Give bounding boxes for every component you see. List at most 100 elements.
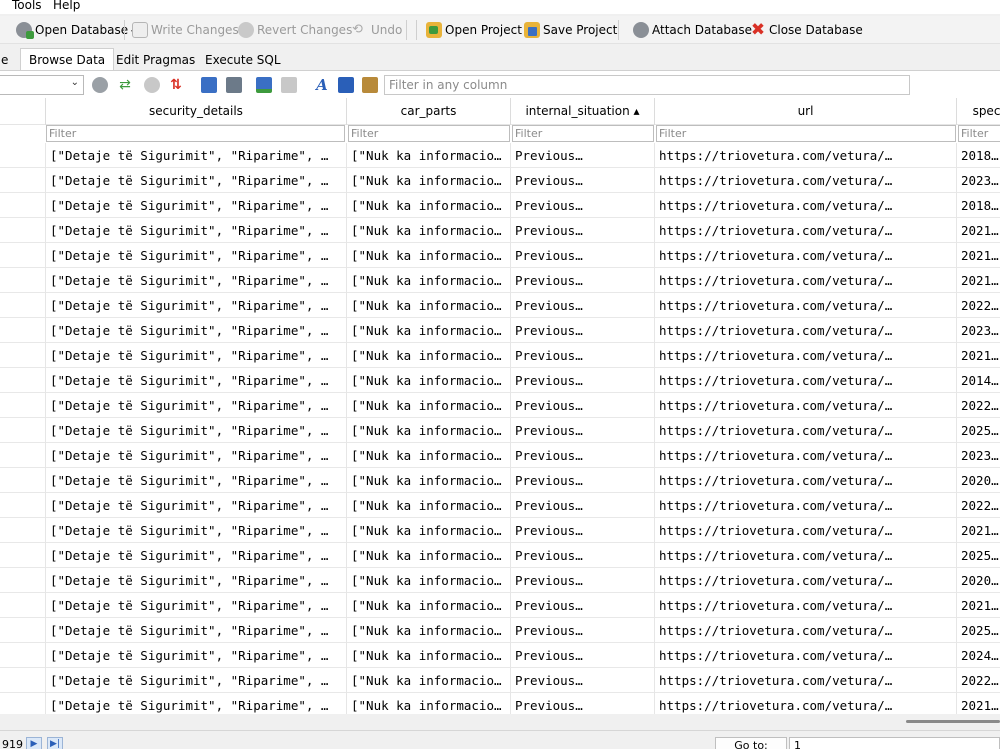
column-header-car-parts[interactable]: car_parts [347,98,511,125]
cell-security-details[interactable]: ["Detaje të Sigurimit", "Riparime", … [46,693,347,714]
cell-car-parts[interactable]: ["Nuk ka informacio… [347,593,511,618]
cell-car-parts[interactable]: ["Nuk ka informacio… [347,368,511,393]
cell-internal-situation[interactable]: Previous… [511,393,655,418]
cell-url[interactable]: https://triovetura.com/vetura/… [655,343,957,368]
column-header-spec[interactable]: spec [957,98,1000,125]
cell-security-details[interactable]: ["Detaje të Sigurimit", "Riparime", … [46,593,347,618]
cell-spec[interactable]: 2021… [957,268,1000,293]
cell-spec[interactable]: 2021… [957,243,1000,268]
cell-security-details[interactable]: ["Detaje të Sigurimit", "Riparime", … [46,393,347,418]
cell-security-details[interactable]: ["Detaje të Sigurimit", "Riparime", … [46,443,347,468]
row-number-cell[interactable] [0,143,46,168]
cell-security-details[interactable]: ["Detaje të Sigurimit", "Riparime", … [46,143,347,168]
cell-internal-situation[interactable]: Previous… [511,193,655,218]
row-number-cell[interactable] [0,343,46,368]
row-number-cell[interactable] [0,693,46,714]
cell-car-parts[interactable]: ["Nuk ka informacio… [347,343,511,368]
menu-tools[interactable]: Tools [12,0,42,12]
row-number-cell[interactable] [0,468,46,493]
cell-url[interactable]: https://triovetura.com/vetura/… [655,593,957,618]
cell-internal-situation[interactable]: Previous… [511,593,655,618]
cell-spec[interactable]: 2024… [957,643,1000,668]
cell-url[interactable]: https://triovetura.com/vetura/… [655,143,957,168]
table-row[interactable]: ["Detaje të Sigurimit", "Riparime", … ["N… [0,268,1000,293]
cell-spec[interactable]: 2021… [957,693,1000,714]
cell-spec[interactable]: 2021… [957,343,1000,368]
next-page-icon[interactable]: ▶ [26,737,42,749]
table-row[interactable]: ["Detaje të Sigurimit", "Riparime", … ["N… [0,143,1000,168]
cell-internal-situation[interactable]: Previous… [511,568,655,593]
cell-spec[interactable]: 2018… [957,143,1000,168]
table-row[interactable]: ["Detaje të Sigurimit", "Riparime", … ["N… [0,468,1000,493]
row-number-cell[interactable] [0,568,46,593]
open-project-button[interactable]: Open Project [426,19,522,41]
cell-internal-situation[interactable]: Previous… [511,218,655,243]
cell-internal-situation[interactable]: Previous… [511,418,655,443]
sync-icon[interactable]: ⇄ [117,77,133,93]
filter-input-url[interactable]: Filter [656,125,956,142]
clear-filters-icon[interactable] [144,77,160,93]
table-row[interactable]: ["Detaje të Sigurimit", "Riparime", … ["N… [0,193,1000,218]
cell-spec[interactable]: 2023… [957,168,1000,193]
row-number-cell[interactable] [0,418,46,443]
cell-spec[interactable]: 2025… [957,418,1000,443]
cell-spec[interactable]: 2018… [957,193,1000,218]
cell-car-parts[interactable]: ["Nuk ka informacio… [347,443,511,468]
row-number-cell[interactable] [0,168,46,193]
table-row[interactable]: ["Detaje të Sigurimit", "Riparime", … ["N… [0,668,1000,693]
refresh-table-icon[interactable] [92,77,108,93]
cell-security-details[interactable]: ["Detaje të Sigurimit", "Riparime", … [46,293,347,318]
cell-url[interactable]: https://triovetura.com/vetura/… [655,443,957,468]
cell-internal-situation[interactable]: Previous… [511,693,655,714]
cell-security-details[interactable]: ["Detaje të Sigurimit", "Riparime", … [46,518,347,543]
cell-url[interactable]: https://triovetura.com/vetura/… [655,218,957,243]
cell-spec[interactable]: 2021… [957,518,1000,543]
cell-internal-situation[interactable]: Previous… [511,468,655,493]
cell-car-parts[interactable]: ["Nuk ka informacio… [347,418,511,443]
cell-internal-situation[interactable]: Previous… [511,493,655,518]
cell-security-details[interactable]: ["Detaje të Sigurimit", "Riparime", … [46,643,347,668]
row-number-cell[interactable] [0,643,46,668]
row-number-cell[interactable] [0,543,46,568]
cell-internal-situation[interactable]: Previous… [511,443,655,468]
cell-url[interactable]: https://triovetura.com/vetura/… [655,493,957,518]
cell-car-parts[interactable]: ["Nuk ka informacio… [347,143,511,168]
write-changes-button[interactable]: Write Changes [132,19,239,41]
cell-car-parts[interactable]: ["Nuk ka informacio… [347,218,511,243]
filter-input-internal-situation[interactable]: Filter [512,125,654,142]
row-number-cell[interactable] [0,218,46,243]
cell-security-details[interactable]: ["Detaje të Sigurimit", "Riparime", … [46,368,347,393]
cell-spec[interactable]: 2022… [957,493,1000,518]
cell-internal-situation[interactable]: Previous… [511,318,655,343]
table-row[interactable]: ["Detaje të Sigurimit", "Riparime", … ["N… [0,393,1000,418]
save-filter-icon[interactable] [201,77,217,93]
row-number-cell[interactable] [0,293,46,318]
table-row[interactable]: ["Detaje të Sigurimit", "Riparime", … ["N… [0,243,1000,268]
sort-icon[interactable]: ⇅ [168,77,184,93]
row-number-cell[interactable] [0,393,46,418]
cell-spec[interactable]: 2025… [957,618,1000,643]
cell-security-details[interactable]: ["Detaje të Sigurimit", "Riparime", … [46,568,347,593]
undo-button[interactable]: ⟲ Undo [352,19,402,41]
cell-spec[interactable]: 2020… [957,468,1000,493]
cell-car-parts[interactable]: ["Nuk ka informacio… [347,668,511,693]
column-header-internal-situation[interactable]: internal_situation ▴ [511,98,655,125]
go-to-input[interactable]: 1 [789,737,1000,749]
cell-internal-situation[interactable]: Previous… [511,268,655,293]
row-number-cell[interactable] [0,443,46,468]
cell-url[interactable]: https://triovetura.com/vetura/… [655,243,957,268]
revert-changes-button[interactable]: Revert Changes [238,19,352,41]
filter-input-spec[interactable]: Filter [958,125,1000,142]
tab-execute-sql[interactable]: Execute SQL [196,48,290,70]
tab-browse-data[interactable]: Browse Data [20,48,115,70]
cell-url[interactable]: https://triovetura.com/vetura/… [655,393,957,418]
table-row[interactable]: ["Detaje të Sigurimit", "Riparime", … ["N… [0,618,1000,643]
table-row[interactable]: ["Detaje të Sigurimit", "Riparime", … ["N… [0,643,1000,668]
cell-internal-situation[interactable]: Previous… [511,143,655,168]
cell-security-details[interactable]: ["Detaje të Sigurimit", "Riparime", … [46,418,347,443]
cell-car-parts[interactable]: ["Nuk ka informacio… [347,543,511,568]
close-database-button[interactable]: ✖ Close Database [750,19,863,41]
table-row[interactable]: ["Detaje të Sigurimit", "Riparime", … ["N… [0,218,1000,243]
row-number-cell[interactable] [0,243,46,268]
row-number-cell[interactable] [0,493,46,518]
